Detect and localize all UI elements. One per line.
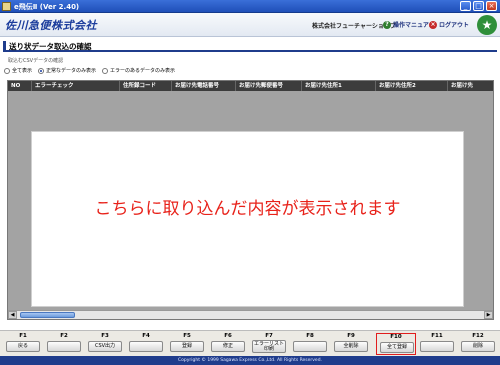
column-header-address2[interactable]: お届け先住所2 <box>376 81 448 91</box>
filter-all-radio[interactable]: 全て表示 <box>4 67 32 74</box>
delete-button[interactable]: 削除 <box>461 341 495 352</box>
horizontal-scrollbar[interactable]: ◀ ▶ <box>8 310 493 319</box>
delete-all-button[interactable]: 全削除 <box>334 341 368 352</box>
csv-export-button[interactable]: CSV出力 <box>88 341 122 352</box>
logout-label: ログアウト <box>439 22 470 29</box>
title-accent-bar <box>3 41 6 50</box>
column-header-error-check[interactable]: エラーチェック <box>32 81 120 91</box>
column-header-address1[interactable]: お届け先住所1 <box>302 81 376 91</box>
scroll-thumb[interactable] <box>20 312 75 318</box>
fkey-f8: F8 <box>290 333 330 355</box>
fkey-f6: F6 修正 <box>208 333 248 355</box>
fkey-label: F10 <box>390 334 402 340</box>
screen-title: 送り状データ取込の確認 <box>3 40 497 52</box>
fkey-f9: F9 全削除 <box>331 333 371 355</box>
fkey-f3: F3 CSV出力 <box>85 333 125 355</box>
maximize-button[interactable]: □ <box>473 1 484 11</box>
scroll-left-arrow-icon[interactable]: ◀ <box>8 311 17 319</box>
fkey-f11: F11 <box>417 333 457 355</box>
fkey-label: F4 <box>142 333 150 339</box>
radio-dot[interactable] <box>102 67 109 74</box>
function-key-bar: F1 戻る F2 F3 CSV出力 F4 F5 登録 F6 修正 F7 エラーリ… <box>0 330 500 356</box>
fkey-label: F1 <box>19 333 27 339</box>
fkey-label: F5 <box>183 333 191 339</box>
company-logo: 佐川急便株式会社 <box>5 19 97 32</box>
fkey-f1: F1 戻る <box>3 333 43 355</box>
f11-button[interactable] <box>420 341 454 352</box>
csv-caption: 取込むCSVデータの確認 <box>8 58 64 64</box>
table-header: NO エラーチェック 住所録コード お届け先電話番号 お届け先郵便番号 お届け先… <box>8 81 493 91</box>
fkey-label: F11 <box>431 333 443 339</box>
preview-placeholder: こちらに取り込んだ内容が表示されます <box>31 131 464 307</box>
app-icon <box>2 2 11 11</box>
f4-button[interactable] <box>129 341 163 352</box>
manual-link[interactable]: ? 操作マニュアル <box>383 20 435 29</box>
logout-icon: × <box>429 20 437 29</box>
logout-link[interactable]: × ログアウト <box>429 20 469 29</box>
register-all-button[interactable]: 全て登録 <box>380 342 414 353</box>
runner-logo-icon: ★ <box>477 15 497 35</box>
placeholder-text: こちらに取り込んだ内容が表示されます <box>94 199 401 219</box>
back-button[interactable]: 戻る <box>6 341 40 352</box>
app-header: 佐川急便株式会社 株式会社フューチャーショップ ? 操作マニュアル × ログアウ… <box>0 13 500 37</box>
filter-all-label: 全て表示 <box>12 68 33 74</box>
copyright-footer: Copyright © 1999 Sagawa Express Co.,Ltd.… <box>0 356 500 365</box>
window-titlebar: e飛伝Ⅱ (Ver 2.40) _ □ × <box>0 0 500 13</box>
fkey-label: F8 <box>306 333 314 339</box>
filter-error-radio[interactable]: エラーのあるデータのみ表示 <box>102 67 175 74</box>
column-header-recipient[interactable]: お届け先 <box>448 81 493 91</box>
fkey-label: F3 <box>101 333 109 339</box>
close-button[interactable]: × <box>486 1 497 11</box>
fkey-label: F2 <box>60 333 68 339</box>
minimize-button[interactable]: _ <box>460 1 471 11</box>
fkey-f5: F5 登録 <box>167 333 207 355</box>
fkey-label: F6 <box>224 333 232 339</box>
column-header-no[interactable]: NO <box>8 81 32 91</box>
fkey-f2: F2 <box>44 333 84 355</box>
window-title: e飛伝Ⅱ (Ver 2.40) <box>14 3 80 11</box>
register-button[interactable]: 登録 <box>170 341 204 352</box>
column-header-phone[interactable]: お届け先電話番号 <box>172 81 236 91</box>
help-icon: ? <box>383 20 391 29</box>
filter-error-label: エラーのあるデータのみ表示 <box>110 68 176 74</box>
fkey-f12: F12 削除 <box>458 333 498 355</box>
f2-button[interactable] <box>47 341 81 352</box>
display-filter-group: 全て表示 正常なデータのみ表示 エラーのあるデータのみ表示 <box>4 67 175 74</box>
fkey-f4: F4 <box>126 333 166 355</box>
edit-button[interactable]: 修正 <box>211 341 245 352</box>
filter-valid-radio[interactable]: 正常なデータのみ表示 <box>38 67 96 74</box>
fkey-label: F12 <box>472 333 484 339</box>
fkey-f10: F10 全て登録 <box>376 333 416 355</box>
fkey-f7: F7 エラーリスト印刷 <box>249 333 289 355</box>
fkey-label: F9 <box>347 333 355 339</box>
fkey-label: F7 <box>265 333 273 339</box>
error-list-print-button[interactable]: エラーリスト印刷 <box>252 340 286 353</box>
filter-valid-label: 正常なデータのみ表示 <box>46 68 97 74</box>
scroll-right-arrow-icon[interactable]: ▶ <box>484 311 493 319</box>
data-table: NO エラーチェック 住所録コード お届け先電話番号 お届け先郵便番号 お届け先… <box>7 80 494 320</box>
column-header-postal[interactable]: お届け先郵便番号 <box>236 81 302 91</box>
radio-dot-selected[interactable] <box>38 67 45 74</box>
f8-button[interactable] <box>293 341 327 352</box>
column-header-address-code[interactable]: 住所録コード <box>120 81 172 91</box>
radio-dot[interactable] <box>4 67 10 74</box>
screen-title-text: 送り状データ取込の確認 <box>9 42 92 51</box>
